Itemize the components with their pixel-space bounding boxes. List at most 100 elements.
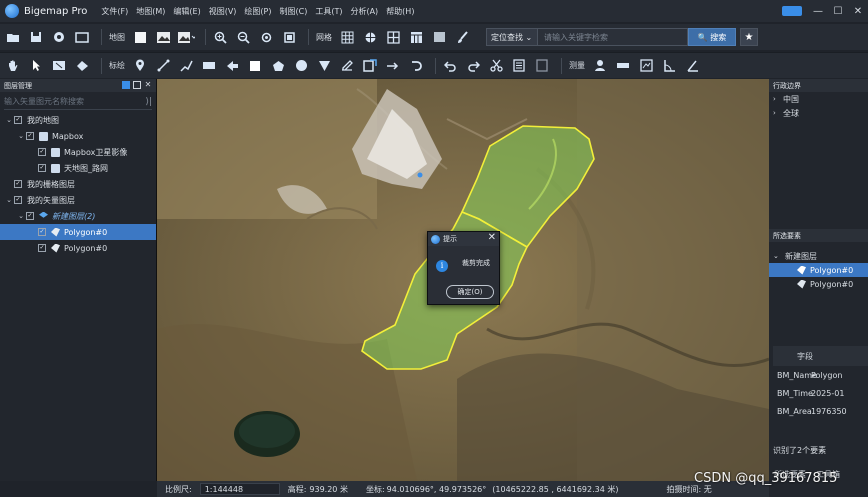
settings-gear-icon[interactable] <box>50 28 68 46</box>
open-folder-icon[interactable] <box>4 28 22 46</box>
expand-arrow-icon[interactable]: ⌄ <box>4 196 14 204</box>
chat-icon[interactable] <box>782 6 802 16</box>
layer-tree-item[interactable]: ⌄ ✓ 我的地图 <box>0 112 156 128</box>
menu-analysis[interactable]: 分析(A) <box>350 6 378 17</box>
panel-float-icon[interactable] <box>133 81 141 89</box>
layer-checkbox[interactable]: ✓ <box>14 180 22 188</box>
rectangle-icon[interactable] <box>200 57 218 75</box>
attribute-row[interactable]: BM_Time 2025-01 <box>773 384 868 402</box>
redo-icon[interactable] <box>464 57 482 75</box>
selected-item-polygon[interactable]: Polygon#0 <box>769 263 868 277</box>
poly-select-icon[interactable] <box>73 57 91 75</box>
scale-select[interactable]: 1:144448 <box>199 483 280 495</box>
measure-point-icon[interactable] <box>591 57 609 75</box>
maximize-button[interactable]: ☐ <box>828 6 848 17</box>
map-view[interactable]: 提示 ✕ i 裁剪完成 确定(O) <box>157 79 769 481</box>
pentagon-icon[interactable] <box>269 57 287 75</box>
grid-icon[interactable] <box>338 28 356 46</box>
zoom-in-icon[interactable] <box>211 28 229 46</box>
select-arrow-icon[interactable] <box>27 57 45 75</box>
arrow-shape-icon[interactable] <box>223 57 241 75</box>
layer-checkbox[interactable]: ✓ <box>14 196 22 204</box>
close-button[interactable]: ✕ <box>848 6 868 17</box>
circle-icon[interactable] <box>292 57 310 75</box>
layer-checkbox[interactable]: ✓ <box>38 244 46 252</box>
route-arrow-icon[interactable] <box>384 57 402 75</box>
admin-item-global[interactable]: › 全球 <box>769 106 868 120</box>
blank-map-icon[interactable] <box>131 28 149 46</box>
fan-icon[interactable] <box>315 57 333 75</box>
polyline-icon[interactable] <box>177 57 195 75</box>
measure-area-icon[interactable] <box>637 57 655 75</box>
pan-hand-icon[interactable] <box>4 57 22 75</box>
attribute-row[interactable]: BM_Area 1976350 <box>773 402 868 420</box>
line-icon[interactable] <box>154 57 172 75</box>
menu-cartography[interactable]: 制图(C) <box>280 6 308 17</box>
zoom-out-icon[interactable] <box>234 28 252 46</box>
brush-icon[interactable] <box>453 28 471 46</box>
menu-file[interactable]: 文件(F) <box>101 6 128 17</box>
screen-icon[interactable] <box>73 28 91 46</box>
measure-distance-icon[interactable] <box>614 57 632 75</box>
layer-tree-item[interactable]: ⌄ ✓ Mapbox <box>0 128 156 144</box>
menu-draw[interactable]: 绘图(P) <box>244 6 271 17</box>
layer-tree-item[interactable]: ✓ Mapbox卫星影像 <box>0 144 156 160</box>
text-annotation-icon[interactable] <box>338 57 356 75</box>
layer-tree-item[interactable]: ✓ 天地图_路网 <box>0 160 156 176</box>
measure-bearing-icon[interactable] <box>683 57 701 75</box>
menu-map[interactable]: 地图(M) <box>136 6 165 17</box>
layer-tree-item[interactable]: ⌄ ✓ 新建图层(2) <box>0 208 156 224</box>
layer-tree-item[interactable]: ✓ 我的栅格图层 <box>0 176 156 192</box>
layer-checkbox[interactable]: ✓ <box>38 164 46 172</box>
collapse-panel-icon[interactable]: ⟩| <box>145 97 152 107</box>
attribute-row[interactable]: BM_Name Polygon <box>773 366 868 384</box>
edit-shape-icon[interactable] <box>361 57 379 75</box>
layer-checkbox[interactable]: ✓ <box>38 228 46 236</box>
square-icon[interactable] <box>246 57 264 75</box>
scissors-icon[interactable] <box>487 57 505 75</box>
expand-arrow-icon[interactable]: ⌄ <box>16 132 26 140</box>
copy-icon[interactable] <box>510 57 528 75</box>
point-marker-icon[interactable] <box>131 57 149 75</box>
admin-item-china[interactable]: › 中国 <box>769 92 868 106</box>
map-source-icon[interactable] <box>154 28 172 46</box>
search-button[interactable]: 🔍 搜索 <box>688 28 736 46</box>
measure-angle-icon[interactable] <box>660 57 678 75</box>
selected-layer-row[interactable]: ⌄ 新建图层 <box>769 249 868 263</box>
keyword-search-input[interactable]: 请输入关键字检索 <box>538 28 688 46</box>
locate-icon[interactable] <box>257 28 275 46</box>
panel-close-icon[interactable]: ✕ <box>144 81 152 89</box>
dialog-ok-button[interactable]: 确定(O) <box>446 285 494 299</box>
layer-tree-item[interactable]: ⌄ ✓ 我的矢量图层 <box>0 192 156 208</box>
menu-tools[interactable]: 工具(T) <box>315 6 342 17</box>
layer-checkbox[interactable]: ✓ <box>38 148 46 156</box>
favorite-star-icon[interactable]: ★ <box>740 28 758 46</box>
menu-help[interactable]: 帮助(H) <box>386 6 414 17</box>
box-select-icon[interactable] <box>50 57 68 75</box>
layer-checkbox[interactable]: ✓ <box>26 212 34 220</box>
expand-arrow-icon[interactable]: ⌄ <box>16 212 26 220</box>
undo-icon[interactable] <box>441 57 459 75</box>
layer-tree-item[interactable]: ✓ Polygon#0 <box>0 224 156 240</box>
minimize-button[interactable]: — <box>808 6 828 17</box>
expand-arrow-icon[interactable]: ⌄ <box>4 116 14 124</box>
selected-item-polygon[interactable]: Polygon#0 <box>769 277 868 291</box>
dialog-close-icon[interactable]: ✕ <box>488 232 496 243</box>
table-icon[interactable] <box>407 28 425 46</box>
curve-arrow-icon[interactable] <box>407 57 425 75</box>
layer-tree-item[interactable]: ✓ Polygon#0 <box>0 240 156 256</box>
save-icon[interactable] <box>27 28 45 46</box>
layer-checkbox[interactable]: ✓ <box>14 116 22 124</box>
locate-mode-select[interactable]: 定位查找 ⌄ <box>486 28 538 46</box>
layer-window-icon[interactable] <box>430 28 448 46</box>
map-source-dropdown-icon[interactable] <box>177 28 195 46</box>
full-extent-icon[interactable] <box>280 28 298 46</box>
menu-view[interactable]: 视图(V) <box>209 6 237 17</box>
paste-icon[interactable] <box>533 57 551 75</box>
layer-checkbox[interactable]: ✓ <box>26 132 34 140</box>
globe-icon[interactable] <box>361 28 379 46</box>
tile-grid-icon[interactable] <box>384 28 402 46</box>
menu-edit[interactable]: 编辑(E) <box>173 6 200 17</box>
panel-pin-icon[interactable] <box>122 81 130 89</box>
layer-search-input[interactable]: 输入矢量图元名称搜索 ⟩| <box>4 94 152 110</box>
